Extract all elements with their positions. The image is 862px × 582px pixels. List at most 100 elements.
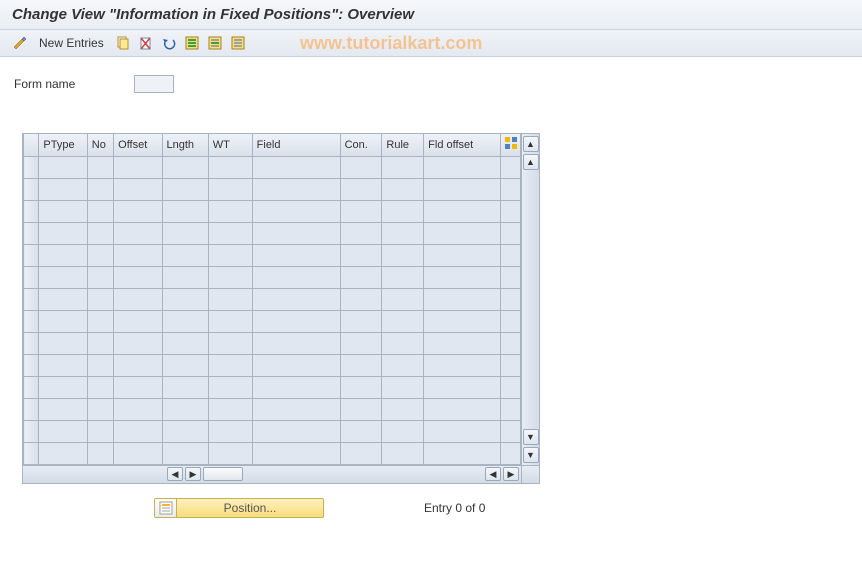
cell[interactable] [87,156,113,178]
cell[interactable] [252,376,340,398]
cell[interactable] [424,288,501,310]
deselect-all-icon[interactable] [228,33,248,53]
cell[interactable] [87,376,113,398]
cell[interactable] [340,354,382,376]
cell[interactable] [162,178,208,200]
cell[interactable] [382,200,424,222]
cell[interactable] [162,156,208,178]
cell[interactable] [208,398,252,420]
cell[interactable] [424,332,501,354]
cell[interactable] [162,200,208,222]
cell[interactable] [340,288,382,310]
cell[interactable] [501,376,521,398]
cell[interactable] [252,266,340,288]
cell[interactable] [252,420,340,442]
cell[interactable] [208,332,252,354]
cell[interactable] [382,310,424,332]
cell[interactable] [39,156,87,178]
cell[interactable] [87,244,113,266]
cell[interactable] [114,398,162,420]
row-selector[interactable] [24,332,39,354]
cell[interactable] [114,442,162,464]
cell[interactable] [87,442,113,464]
cell[interactable] [501,244,521,266]
vertical-scrollbar[interactable]: ▲ ▲ ▼ ▼ [521,134,539,465]
cell[interactable] [162,222,208,244]
row-selector[interactable] [24,398,39,420]
col-no[interactable]: No [87,134,113,156]
cell[interactable] [252,310,340,332]
cell[interactable] [87,222,113,244]
scroll-right-button[interactable]: ▶ [185,467,201,481]
cell[interactable] [424,266,501,288]
cell[interactable] [162,398,208,420]
cell[interactable] [208,376,252,398]
cell[interactable] [162,266,208,288]
cell[interactable] [252,200,340,222]
cell[interactable] [208,354,252,376]
cell[interactable] [39,288,87,310]
cell[interactable] [424,354,501,376]
cell[interactable] [501,332,521,354]
cell[interactable] [39,376,87,398]
cell[interactable] [114,244,162,266]
cell[interactable] [424,156,501,178]
col-ptype[interactable]: PType [39,134,87,156]
cell[interactable] [501,200,521,222]
cell[interactable] [424,376,501,398]
cell[interactable] [87,178,113,200]
cell[interactable] [340,244,382,266]
delete-icon[interactable] [136,33,156,53]
select-all-icon[interactable] [182,33,202,53]
cell[interactable] [162,354,208,376]
row-selector[interactable] [24,266,39,288]
cell[interactable] [87,398,113,420]
cell[interactable] [252,222,340,244]
new-entries-button[interactable]: New Entries [33,34,110,52]
cell[interactable] [252,156,340,178]
cell[interactable] [208,420,252,442]
cell[interactable] [208,222,252,244]
cell[interactable] [340,398,382,420]
cell[interactable] [252,442,340,464]
cell[interactable] [252,244,340,266]
cell[interactable] [39,222,87,244]
cell[interactable] [424,398,501,420]
cell[interactable] [39,244,87,266]
row-selector[interactable] [24,222,39,244]
cell[interactable] [252,354,340,376]
cell[interactable] [424,442,501,464]
cell[interactable] [39,420,87,442]
cell[interactable] [382,222,424,244]
row-header-corner[interactable] [24,134,39,156]
cell[interactable] [39,354,87,376]
cell[interactable] [252,398,340,420]
horizontal-scrollbar[interactable]: ◀ ▶ ◀ ▶ [23,465,521,483]
cell[interactable] [87,200,113,222]
cell[interactable] [162,288,208,310]
cell[interactable] [162,332,208,354]
cell[interactable] [114,178,162,200]
cell[interactable] [382,376,424,398]
cell[interactable] [87,266,113,288]
cell[interactable] [162,420,208,442]
col-field[interactable]: Field [252,134,340,156]
cell[interactable] [114,266,162,288]
cell[interactable] [382,332,424,354]
scroll-right-end-button[interactable]: ▶ [503,467,519,481]
form-name-input[interactable] [134,75,174,93]
cell[interactable] [208,442,252,464]
cell[interactable] [39,442,87,464]
row-selector[interactable] [24,354,39,376]
cell[interactable] [501,288,521,310]
cell[interactable] [340,332,382,354]
col-fld-offset[interactable]: Fld offset [424,134,501,156]
cell[interactable] [382,288,424,310]
cell[interactable] [39,266,87,288]
cell[interactable] [252,332,340,354]
scroll-down-page-button[interactable]: ▼ [523,429,539,445]
cell[interactable] [114,376,162,398]
cell[interactable] [39,200,87,222]
col-wt[interactable]: WT [208,134,252,156]
row-selector[interactable] [24,288,39,310]
